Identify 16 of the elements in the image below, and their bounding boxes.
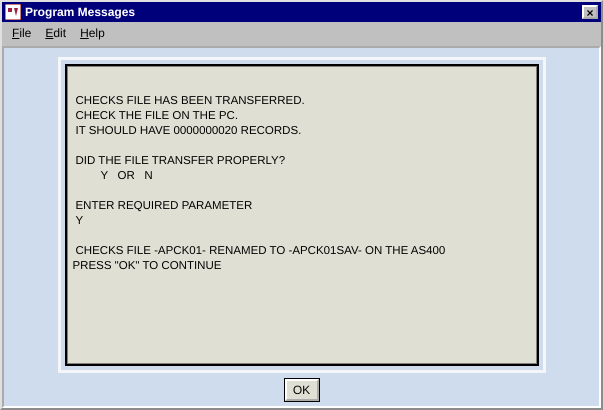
menu-item[interactable]: Edit <box>39 24 72 42</box>
menu-item[interactable]: File <box>6 24 38 42</box>
message-line: CHECKS FILE -APCK01- RENAMED TO -APCK01SAV- ON THE AS400 <box>74 244 446 259</box>
close-button[interactable]: × <box>582 5 598 19</box>
message-line: CHECK THE FILE ON THE PC. <box>74 109 238 124</box>
ok-button[interactable]: OK <box>284 379 318 401</box>
message-line: IT SHOULD HAVE 0000000020 RECORDS. <box>74 124 302 139</box>
menu-item[interactable]: Help <box>74 24 111 42</box>
message-line: DID THE FILE TRANSFER PROPERLY? <box>74 154 286 169</box>
message-line: CHECKS FILE HAS BEEN TRANSFERRED. <box>74 94 305 109</box>
window-title: Program Messages <box>25 5 136 19</box>
message-line: ENTER REQUIRED PARAMETER <box>74 199 252 214</box>
message-line: Y OR N <box>100 169 153 184</box>
app-icon <box>5 4 21 20</box>
message-line: Y <box>74 214 84 229</box>
message-line: PRESS "OK" TO CONTINUE <box>72 259 222 274</box>
